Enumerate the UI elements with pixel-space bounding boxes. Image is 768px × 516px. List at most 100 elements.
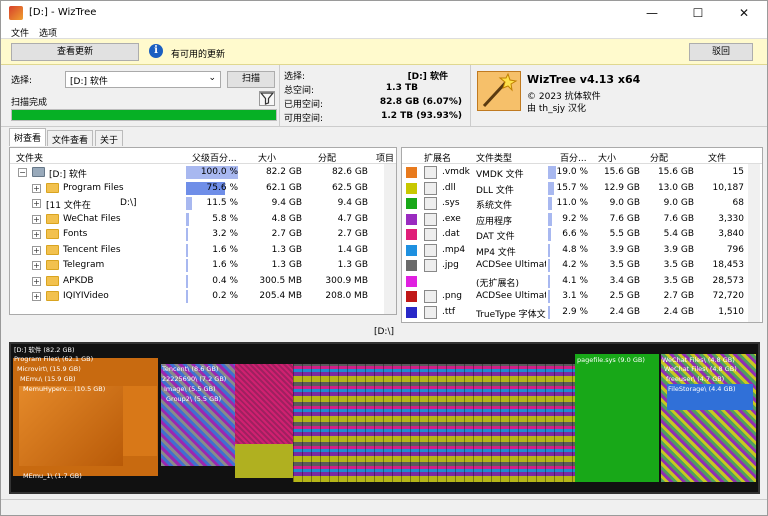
file-type-row[interactable]: .ttf TrueType 字体文 2.9 % 2.4 GB 2.4 GB 1,510	[402, 305, 762, 321]
file-type: 应用程序	[476, 216, 513, 227]
files-scrollbar[interactable]	[748, 164, 760, 322]
expand-toggle[interactable]: −	[18, 168, 27, 177]
check-update-button[interactable]: 查看更新	[11, 43, 139, 61]
color-swatch	[406, 306, 417, 318]
file-type-row[interactable]: .mp4 MP4 文件 4.8 % 3.9 GB 3.9 GB 796	[402, 243, 762, 259]
tree-row[interactable]: − [D:] 软件 100.0 % 82.2 GB 82.6 GB	[10, 165, 396, 181]
minimize-button[interactable]: —	[629, 1, 675, 25]
file-type-row[interactable]: .png ACDSee Ultimate 3.1 % 2.5 GB 2.7 GB 72,7…	[402, 289, 762, 305]
treemap-block-vmdk[interactable]	[123, 386, 157, 456]
allocated-value: 3.5 GB	[663, 260, 694, 270]
col-size[interactable]: 大小	[598, 151, 616, 164]
percent-value: 6.6 %	[562, 229, 588, 239]
expand-toggle[interactable]: +	[32, 292, 41, 301]
space-stats: 选择: 总空间: 已用空间: 可用空间: [D:] 软件 1.3 TB 82.8…	[279, 65, 471, 127]
tab-about[interactable]: 关于	[95, 130, 124, 146]
filter-icon[interactable]	[259, 91, 275, 106]
col-allocated[interactable]: 分配	[318, 151, 336, 164]
select-label: 选择:	[11, 76, 33, 86]
expand-toggle[interactable]: +	[32, 230, 41, 239]
ttf-icon	[424, 305, 437, 319]
tree-row[interactable]: + WeChat Files 5.8 % 4.8 GB 4.7 GB	[10, 212, 396, 228]
file-type-row[interactable]: .vmdk VMDK 文件 19.0 % 15.6 GB 15.6 GB 15	[402, 165, 762, 181]
treemap-block-pagefile[interactable]	[575, 354, 659, 482]
tree-scrollbar[interactable]	[384, 164, 396, 314]
treemap-label-wechat: WeChat Files\ (4.8 GB)	[662, 356, 735, 364]
tree-row[interactable]: + [11 文件在 D:\] 11.5 % 9.4 GB 9.4 GB	[10, 196, 396, 212]
allocated-value: 15.6 GB	[657, 167, 694, 177]
color-swatch	[406, 275, 417, 287]
drive-icon	[32, 167, 45, 177]
update-message: 有可用的更新	[171, 50, 226, 60]
treemap-block-misc-a[interactable]	[235, 444, 293, 478]
treemap-label-image: Image\ (5.5 GB)	[164, 385, 216, 393]
scan-button[interactable]: 扫描	[227, 71, 275, 88]
file-type: DLL 文件	[476, 185, 514, 196]
close-button[interactable]: ✕	[721, 1, 767, 25]
folder-icon	[46, 244, 59, 255]
tree-row[interactable]: + APKDB 0.4 % 300.5 MB 300.9 MB	[10, 274, 396, 290]
col-file-count[interactable]: 文件	[708, 151, 726, 164]
tab-file-view[interactable]: 文件查看	[47, 130, 94, 146]
treemap-label-group2: Group2\ (5.5 GB)	[166, 395, 222, 403]
tab-tree-view[interactable]: 树查看	[9, 128, 47, 146]
file-type-row[interactable]: .sys 系统文件 11.0 % 9.0 GB 9.0 GB 68	[402, 196, 762, 212]
dismiss-button[interactable]: 驳回	[689, 43, 753, 61]
size-value: 205.4 MB	[259, 291, 302, 301]
free-space-value: 1.2 TB (93.93%)	[381, 111, 462, 121]
treemap-block-dat[interactable]	[235, 364, 293, 444]
expand-toggle[interactable]: +	[32, 199, 41, 208]
size-value: 3.5 GB	[609, 260, 640, 270]
chevron-down-icon: ⌄	[208, 73, 216, 83]
expand-toggle[interactable]: +	[32, 276, 41, 286]
percent-value: 4.8 %	[562, 244, 588, 255]
size-value: 2.7 GB	[271, 229, 302, 239]
stats-select-value: [D:] 软件	[407, 72, 448, 82]
tree-row[interactable]: + Fonts 3.2 % 2.7 GB 2.7 GB	[10, 227, 396, 243]
file-type-row[interactable]: .dat DAT 文件 6.6 % 5.5 GB 5.4 GB 3,840	[402, 227, 762, 243]
treemap-block-memuhyperv[interactable]	[19, 386, 123, 466]
expand-toggle[interactable]: +	[32, 214, 41, 224]
file-type-row[interactable]: .jpg ACDSee Ultimate 4.2 % 3.5 GB 3.5 GB 18,4…	[402, 258, 762, 274]
allocated-value: 208.0 MB	[325, 291, 368, 301]
expand-toggle[interactable]: +	[32, 245, 41, 255]
color-swatch	[406, 213, 417, 225]
expand-toggle[interactable]: +	[32, 183, 41, 193]
file-type-row[interactable]: .exe 应用程序 9.2 % 7.6 GB 7.6 GB 3,330	[402, 212, 762, 228]
col-folder[interactable]: 文件夹	[16, 151, 43, 164]
size-value: 15.6 GB	[603, 167, 640, 177]
menu-options[interactable]: 选项	[39, 26, 57, 39]
col-percent[interactable]: 百分...	[560, 151, 587, 164]
tree-row[interactable]: + Program Files 75.6 % 62.1 GB 62.5 GB	[10, 181, 396, 197]
treemap-label-memu: MEmu\ (15.9 GB)	[20, 375, 76, 383]
wiztree-app-icon	[9, 6, 23, 20]
drive-select[interactable]: [D:] 软件 ⌄	[65, 71, 221, 88]
col-size[interactable]: 大小	[258, 151, 276, 164]
allocated-value: 9.0 GB	[663, 198, 694, 208]
col-parent-percent[interactable]: 父级百分...	[192, 151, 237, 164]
file-type: DAT 文件	[476, 232, 515, 242]
allocated-value: 4.7 GB	[337, 213, 368, 224]
wiztree-window: [D:] - WizTree — ☐ ✕ 文件 选项 查看更新 i 有可用的更新…	[0, 0, 768, 516]
col-extension[interactable]: 扩展名	[424, 151, 451, 164]
file-type-row[interactable]: .dll DLL 文件 15.7 % 12.9 GB 13.0 GB 10,187	[402, 181, 762, 197]
treemap-block-wechat[interactable]	[661, 354, 756, 482]
col-allocated[interactable]: 分配	[650, 151, 668, 164]
col-items[interactable]: 项目	[376, 151, 394, 164]
expand-toggle[interactable]: +	[32, 261, 41, 270]
extension: .sys	[442, 198, 460, 208]
file-type-row[interactable]: (无扩展名) 4.1 % 3.4 GB 3.5 GB 28,573	[402, 274, 762, 290]
tree-row[interactable]: + Tencent Files 1.6 % 1.3 GB 1.4 GB	[10, 243, 396, 259]
tree-row[interactable]: + IQIYIVideo 0.2 % 205.4 MB 208.0 MB	[10, 289, 396, 305]
treemap-label-root: [D:] 软件 (82.2 GB)	[14, 346, 75, 354]
folder-tree-table: 文件夹 父级百分... 大小 分配 项目 − [D:] 软件 100.0 % 82.2…	[9, 147, 397, 315]
jpg-icon	[424, 259, 437, 272]
tree-row[interactable]: + Telegram 1.6 % 1.3 GB 1.3 GB	[10, 258, 396, 274]
menu-file[interactable]: 文件	[11, 26, 29, 39]
parent-percent: 5.8 %	[212, 213, 238, 224]
treemap[interactable]: [D:] 软件 (82.2 GB) Program Files\ (62.1 G…	[9, 342, 760, 494]
dat-icon	[424, 228, 437, 241]
maximize-button[interactable]: ☐	[675, 1, 721, 25]
used-space-label: 已用空间:	[284, 100, 324, 110]
col-file-type[interactable]: 文件类型	[476, 151, 512, 164]
